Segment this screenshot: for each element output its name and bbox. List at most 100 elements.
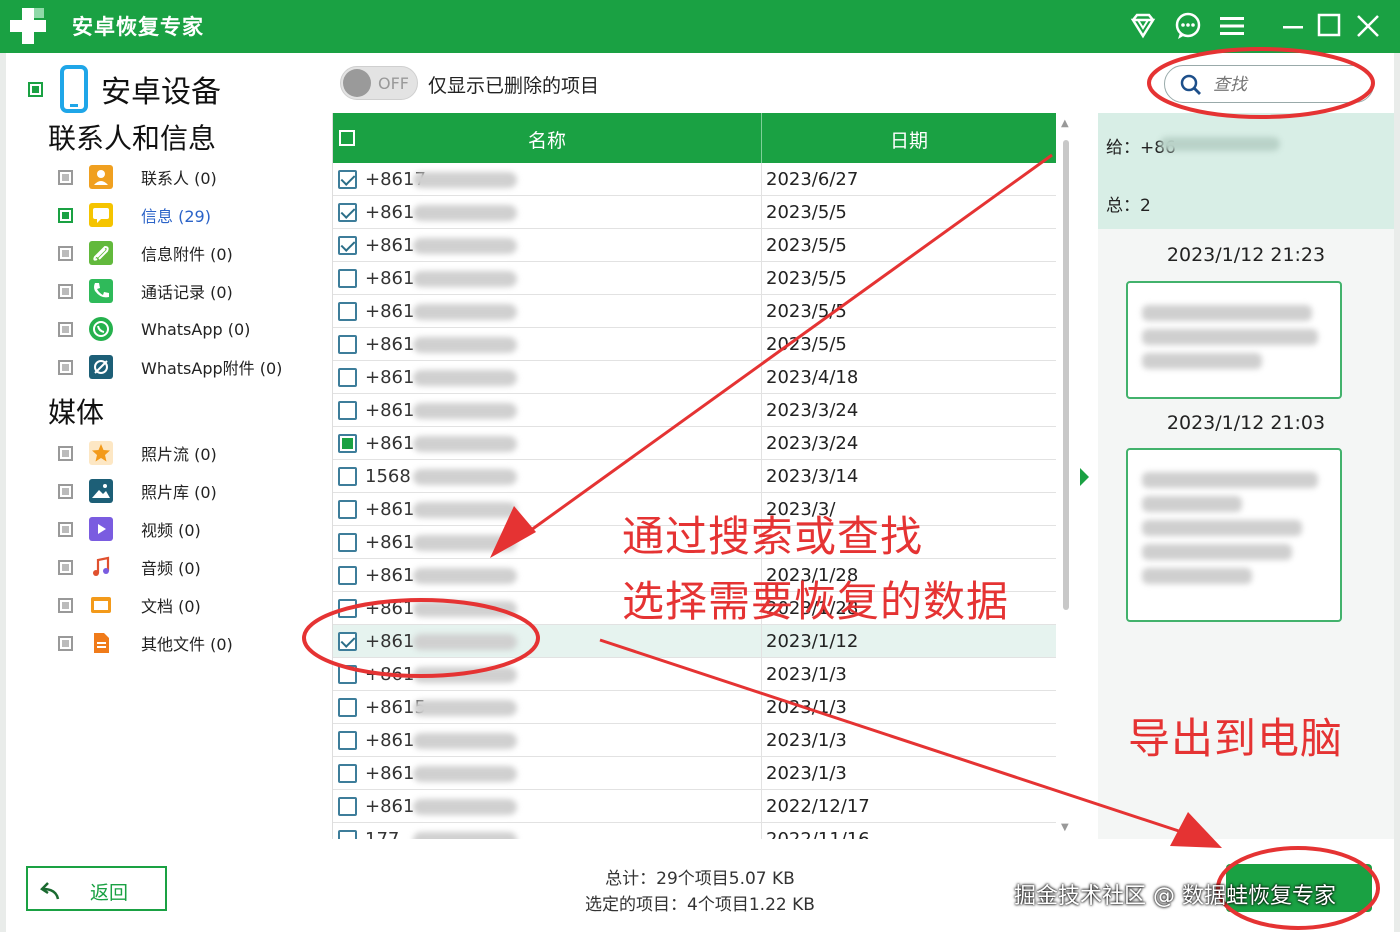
call-log-checkbox[interactable] [58, 283, 73, 299]
other-file-icon [89, 631, 113, 655]
minimize-icon[interactable] [1278, 10, 1310, 42]
row-phone-number: 1568 [365, 466, 411, 487]
sidebar-item-call-log[interactable]: 通话记录 (0) [58, 276, 233, 306]
table-row[interactable]: +861 2023/1/3 [333, 724, 1056, 757]
deleted-only-toggle[interactable]: OFF [340, 66, 418, 100]
table-row[interactable]: +861 2023/5/5 [333, 196, 1056, 229]
device-checkbox[interactable] [28, 81, 43, 97]
table-row[interactable]: +861 2023/1/3 [333, 757, 1056, 790]
row-divider [761, 361, 762, 394]
sidebar-item-audio[interactable]: 音频 (0) [58, 552, 201, 582]
sidebar-item-photo-stream[interactable]: 照片流 (0) [58, 438, 217, 468]
table-row[interactable]: +861 2023/3/24 [333, 394, 1056, 427]
row-checkbox[interactable] [338, 302, 357, 321]
row-checkbox[interactable] [338, 632, 357, 651]
table-row[interactable]: +861 2023/1/12 [333, 625, 1056, 658]
row-number-blur [413, 205, 517, 221]
row-date: 2023/5/5 [766, 235, 847, 256]
row-checkbox[interactable] [338, 368, 357, 387]
documents-checkbox[interactable] [58, 597, 73, 613]
table-row[interactable]: +861 2023/5/5 [333, 328, 1056, 361]
diamond-icon[interactable] [1127, 10, 1159, 42]
row-number-blur [413, 568, 517, 584]
scrollbar-thumb[interactable] [1063, 140, 1069, 610]
row-checkbox[interactable] [338, 335, 357, 354]
table-row[interactable]: +861 2023/1/3 [333, 658, 1056, 691]
sidebar-item-label: 信息附件 (0) [141, 245, 233, 264]
row-checkbox[interactable] [338, 830, 357, 839]
row-date: 2023/1/3 [766, 664, 847, 685]
row-checkbox[interactable] [338, 764, 357, 783]
sidebar-item-message-attachments[interactable]: 信息附件 (0) [58, 238, 233, 268]
table-row[interactable]: +8617 2023/6/27 [333, 163, 1056, 196]
attachment-icon [89, 241, 113, 265]
sidebar-item-messages[interactable]: 信息 (29) [58, 200, 211, 230]
search-box[interactable] [1164, 65, 1374, 103]
row-checkbox[interactable] [338, 698, 357, 717]
column-header-date[interactable]: 日期 [761, 126, 1056, 153]
search-input[interactable] [1213, 72, 1363, 98]
column-header-name[interactable]: 名称 [333, 126, 761, 153]
row-checkbox[interactable] [338, 236, 357, 255]
menu-icon[interactable] [1216, 10, 1248, 42]
annotation-text: 通过搜索或查找 [622, 512, 924, 561]
row-checkbox[interactable] [338, 731, 357, 750]
other-files-checkbox[interactable] [58, 635, 73, 651]
row-number-blur [413, 601, 517, 617]
row-number-blur [413, 799, 517, 815]
row-checkbox[interactable] [338, 665, 357, 684]
table-row[interactable]: +8615 2023/1/3 [333, 691, 1056, 724]
row-checkbox[interactable] [338, 170, 357, 189]
back-button[interactable]: 返回 [26, 866, 167, 911]
photo-stream-checkbox[interactable] [58, 445, 73, 461]
row-checkbox[interactable] [338, 500, 357, 519]
table-row[interactable]: 177 2022/11/16 [333, 823, 1056, 839]
video-checkbox[interactable] [58, 521, 73, 537]
sidebar-item-other-files[interactable]: 其他文件 (0) [58, 628, 233, 658]
table-row[interactable]: +861 2023/5/5 [333, 262, 1056, 295]
row-checkbox[interactable] [338, 533, 357, 552]
row-divider [761, 394, 762, 427]
row-checkbox[interactable] [338, 599, 357, 618]
maximize-icon[interactable] [1314, 10, 1346, 42]
messages-checkbox[interactable] [58, 207, 73, 223]
section-media-title: 媒体 [48, 396, 105, 429]
video-icon [89, 517, 113, 541]
row-checkbox[interactable] [338, 797, 357, 816]
sidebar-item-video[interactable]: 视频 (0) [58, 514, 201, 544]
collapse-panel-icon[interactable] [1080, 468, 1089, 486]
contacts-checkbox[interactable] [58, 169, 73, 185]
sidebar-item-whatsapp-attachments[interactable]: WhatsApp附件 (0) [58, 352, 282, 382]
attachments-checkbox[interactable] [58, 245, 73, 261]
row-checkbox[interactable] [338, 269, 357, 288]
table-row[interactable]: 1568 2023/3/14 [333, 460, 1056, 493]
table-row[interactable]: +861 2023/5/5 [333, 229, 1056, 262]
table-row[interactable]: +861 2023/3/24 [333, 427, 1056, 460]
row-checkbox[interactable] [338, 467, 357, 486]
close-icon[interactable] [1352, 10, 1384, 42]
photo-library-checkbox[interactable] [58, 483, 73, 499]
device-row[interactable]: 安卓设备 [28, 61, 221, 117]
table-scrollbar[interactable]: ▲ ▼ [1060, 118, 1072, 838]
chat-icon[interactable] [1172, 10, 1204, 42]
sidebar-item-documents[interactable]: 文档 (0) [58, 590, 201, 620]
sidebar-item-photo-library[interactable]: 照片库 (0) [58, 476, 217, 506]
row-phone-number: +861 [365, 367, 415, 388]
sidebar-item-whatsapp[interactable]: WhatsApp (0) [58, 314, 250, 344]
phone-device-icon [60, 65, 88, 113]
row-checkbox[interactable] [338, 401, 357, 420]
scroll-down-icon[interactable]: ▼ [1061, 822, 1069, 833]
table-row[interactable]: +861 2022/12/17 [333, 790, 1056, 823]
row-number-blur [413, 667, 517, 683]
sidebar-item-contacts[interactable]: 联系人 (0) [58, 162, 217, 192]
table-row[interactable]: +861 2023/5/5 [333, 295, 1056, 328]
row-checkbox[interactable] [338, 566, 357, 585]
audio-checkbox[interactable] [58, 559, 73, 575]
row-checkbox[interactable] [338, 434, 357, 453]
whatsapp-checkbox[interactable] [58, 321, 73, 337]
row-checkbox[interactable] [338, 203, 357, 222]
search-icon [1180, 74, 1201, 95]
scroll-up-icon[interactable]: ▲ [1061, 118, 1069, 129]
whatsapp-attachments-checkbox[interactable] [58, 359, 73, 375]
table-row[interactable]: +861 2023/4/18 [333, 361, 1056, 394]
